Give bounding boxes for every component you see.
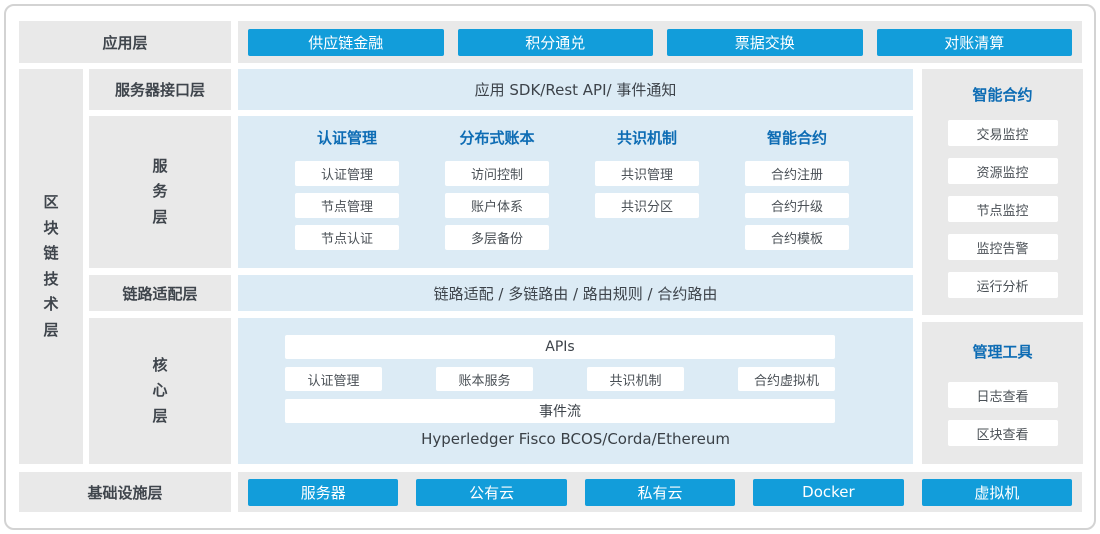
service-item: 多层备份 bbox=[445, 225, 549, 250]
service-col-header: 共识机制 bbox=[617, 129, 677, 147]
app-layer-label: 应用层 bbox=[19, 21, 231, 63]
side-panel-item: 节点监控 bbox=[948, 196, 1058, 222]
service-item: 合约注册 bbox=[745, 161, 849, 186]
service-layer-panel: 认证管理 认证管理 节点管理 节点认证 分布式账本 访问控制 账户体系 多层备份… bbox=[238, 116, 913, 268]
core-apis-bar: APIs bbox=[285, 335, 835, 359]
service-layer-label-text: 服务层 bbox=[152, 154, 168, 231]
core-module: 共识机制 bbox=[587, 367, 684, 391]
core-module: 账本服务 bbox=[436, 367, 533, 391]
service-item: 账户体系 bbox=[445, 193, 549, 218]
core-module: 合约虚拟机 bbox=[738, 367, 835, 391]
service-item: 认证管理 bbox=[295, 161, 399, 186]
service-col-ledger: 分布式账本 访问控制 账户体系 多层备份 bbox=[422, 129, 572, 268]
service-col-header: 分布式账本 bbox=[459, 129, 534, 147]
service-item: 节点认证 bbox=[295, 225, 399, 250]
service-col-auth: 认证管理 认证管理 节点管理 节点认证 bbox=[272, 129, 422, 268]
side-panel-monitoring: 智能合约 交易监控 资源监控 节点监控 监控告警 运行分析 bbox=[922, 69, 1083, 315]
service-layer-label: 服务层 bbox=[89, 116, 231, 268]
core-layer-panel: APIs 认证管理 账本服务 共识机制 合约虚拟机 事件流 Hyperledge… bbox=[238, 318, 913, 464]
service-item: 访问控制 bbox=[445, 161, 549, 186]
side-panel-item: 监控告警 bbox=[948, 234, 1058, 260]
side-panel-item: 运行分析 bbox=[948, 272, 1058, 298]
service-item: 合约模板 bbox=[745, 225, 849, 250]
side-panel-header: 智能合约 bbox=[972, 86, 1032, 104]
core-layer-label-text: 核心层 bbox=[152, 353, 168, 430]
service-item: 合约升级 bbox=[745, 193, 849, 218]
blockchain-architecture-diagram: 应用层 供应链金融 积分通兑 票据交换 对账清算 区块链技术层 服务器接口层 服… bbox=[0, 0, 1100, 534]
infra-layer-strip: 服务器 公有云 私有云 Docker 虚拟机 bbox=[238, 472, 1082, 512]
app-block-bill-exchange: 票据交换 bbox=[667, 29, 863, 56]
infra-layer-label: 基础设施层 bbox=[19, 472, 231, 512]
service-col-header: 认证管理 bbox=[317, 129, 377, 147]
side-panel-item: 区块查看 bbox=[948, 420, 1058, 446]
link-layer-content: 链路适配 / 多链路由 / 路由规则 / 合约路由 bbox=[238, 275, 913, 311]
service-item: 共识分区 bbox=[595, 193, 699, 218]
core-layer-label: 核心层 bbox=[89, 318, 231, 464]
side-panel-item: 日志查看 bbox=[948, 382, 1058, 408]
side-panel-management-tools: 管理工具 日志查看 区块查看 bbox=[922, 322, 1083, 464]
core-module: 认证管理 bbox=[285, 367, 382, 391]
infra-block-public-cloud: 公有云 bbox=[416, 479, 566, 506]
core-platforms-text: Hyperledger Fisco BCOS/Corda/Ethereum bbox=[238, 430, 913, 448]
tech-layer-label-text: 区块链技术层 bbox=[43, 190, 59, 343]
interface-layer-content: 应用 SDK/Rest API/ 事件通知 bbox=[238, 69, 913, 110]
link-layer-label: 链路适配层 bbox=[89, 275, 231, 311]
core-event-stream-bar: 事件流 bbox=[285, 399, 835, 423]
interface-layer-label: 服务器接口层 bbox=[89, 69, 231, 110]
side-panel-header: 管理工具 bbox=[972, 343, 1032, 361]
app-block-points-exchange: 积分通兑 bbox=[458, 29, 654, 56]
infra-block-server: 服务器 bbox=[248, 479, 398, 506]
infra-block-private-cloud: 私有云 bbox=[585, 479, 735, 506]
app-layer-strip: 供应链金融 积分通兑 票据交换 对账清算 bbox=[238, 21, 1082, 63]
tech-layer-label: 区块链技术层 bbox=[19, 69, 83, 464]
service-item: 共识管理 bbox=[595, 161, 699, 186]
infra-block-docker: Docker bbox=[753, 479, 903, 506]
service-col-header: 智能合约 bbox=[767, 129, 827, 147]
side-panel-item: 资源监控 bbox=[948, 158, 1058, 184]
service-col-consensus: 共识机制 共识管理 共识分区 bbox=[572, 129, 722, 268]
app-block-supply-chain-finance: 供应链金融 bbox=[248, 29, 444, 56]
service-item: 节点管理 bbox=[295, 193, 399, 218]
core-modules-row: 认证管理 账本服务 共识机制 合约虚拟机 bbox=[285, 367, 835, 391]
side-panel-item: 交易监控 bbox=[948, 120, 1058, 146]
service-col-smart-contract: 智能合约 合约注册 合约升级 合约模板 bbox=[722, 129, 872, 268]
app-block-reconciliation-clearing: 对账清算 bbox=[877, 29, 1073, 56]
infra-block-virtual-machine: 虚拟机 bbox=[922, 479, 1072, 506]
